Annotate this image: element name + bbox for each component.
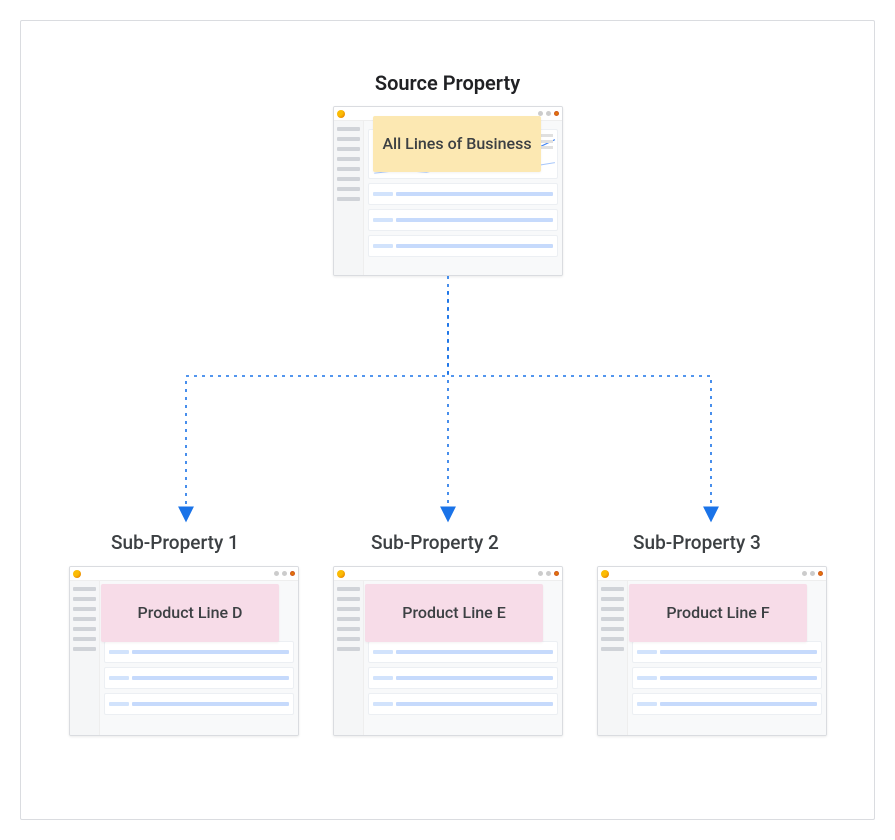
sub-property-2-label: Product Line E	[365, 584, 543, 642]
window-controls-icon	[802, 571, 823, 576]
analytics-logo-icon	[601, 570, 609, 578]
sub-property-1-label: Product Line D	[101, 584, 279, 642]
source-label: All Lines of Business	[373, 116, 541, 172]
window-controls-icon	[274, 571, 295, 576]
diagram-frame: Source Property Sub-Property 1 Sub-Prope…	[20, 20, 875, 820]
analytics-logo-icon	[337, 110, 345, 118]
sub-property-2-title: Sub-Property 2	[371, 531, 499, 554]
window-controls-icon	[538, 111, 559, 116]
analytics-logo-icon	[337, 570, 345, 578]
analytics-logo-icon	[73, 570, 81, 578]
sub-property-3-label: Product Line F	[629, 584, 807, 642]
sub-property-1-title: Sub-Property 1	[111, 531, 239, 554]
sub-property-3-title: Sub-Property 3	[633, 531, 761, 554]
source-title: Source Property	[21, 71, 874, 95]
window-controls-icon	[538, 571, 559, 576]
thumbnail-sidebar	[334, 121, 364, 275]
